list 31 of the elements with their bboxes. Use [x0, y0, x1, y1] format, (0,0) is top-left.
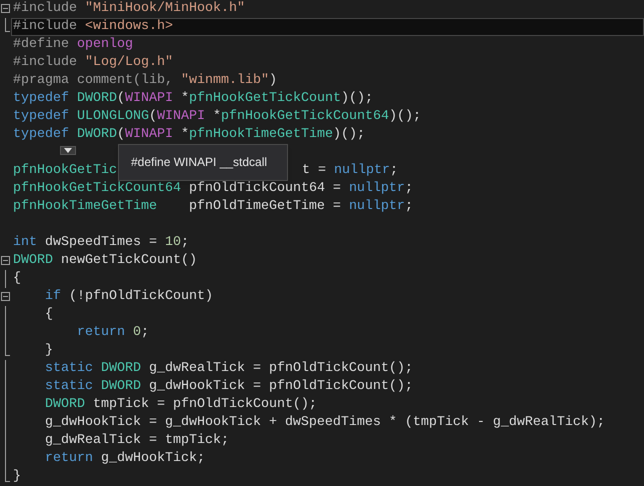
- code-text: typedef DWORD(WINAPI *pfnHookTimeGetTime)();: [12, 127, 365, 143]
- code-text: typedef DWORD(WINAPI *pfnHookGetTickCount)();: [12, 91, 373, 107]
- code-text: #include <windows.h>: [12, 19, 173, 35]
- collapse-icon[interactable]: [1, 4, 10, 13]
- code-text: typedef ULONGLONG(WINAPI *pfnHookGetTickCount64)();: [12, 109, 421, 125]
- code-text: #include "Log/Log.h": [12, 55, 173, 71]
- code-text: int dwSpeedTimes = 10;: [12, 235, 189, 251]
- code-text: DWORD newGetTickCount(): [12, 253, 197, 269]
- code-text: static DWORD g_dwHookTick = pfnOldTickCount();: [44, 379, 413, 395]
- code-text: {: [44, 307, 53, 323]
- code-text: }: [44, 343, 53, 359]
- code-text: #define openlog: [12, 37, 133, 53]
- code-text: return g_dwHookTick;: [44, 451, 205, 467]
- code-text: return 0;: [76, 325, 149, 341]
- code-text: static DWORD g_dwRealTick = pfnOldTickCount();: [44, 361, 413, 377]
- code-text: pfnHookGetTickCount64 pfnOldTickCount64 = nullptr;: [12, 181, 413, 197]
- expand-icon[interactable]: [60, 146, 76, 155]
- code-text: if (!pfnOldTickCount): [44, 289, 213, 305]
- collapse-icon[interactable]: [1, 292, 10, 301]
- code-text: g_dwHookTick = g_dwHookTick + dwSpeedTimes * (tmpTick - g_dwRealTick);: [44, 415, 605, 431]
- quick-info-tooltip: #define WINAPI __stdcall: [118, 144, 288, 181]
- code-text: DWORD tmpTick = pfnOldTickCount();: [44, 397, 317, 413]
- code-text: #include "MiniHook/MinHook.h": [12, 1, 245, 17]
- code-text: g_dwRealTick = tmpTick;: [44, 433, 229, 449]
- code-text: #pragma comment(lib, "winmm.lib"): [12, 73, 277, 89]
- code-text: pfnHookTimeGetTime pfnOldTimeGetTime = nullptr;: [12, 199, 413, 215]
- collapse-icon[interactable]: [1, 256, 10, 265]
- code-text: {: [12, 271, 21, 287]
- code-text: pfnHookGetTic: [12, 163, 117, 179]
- code-text: }: [12, 469, 21, 485]
- code-text: t = nullptr;: [300, 163, 398, 179]
